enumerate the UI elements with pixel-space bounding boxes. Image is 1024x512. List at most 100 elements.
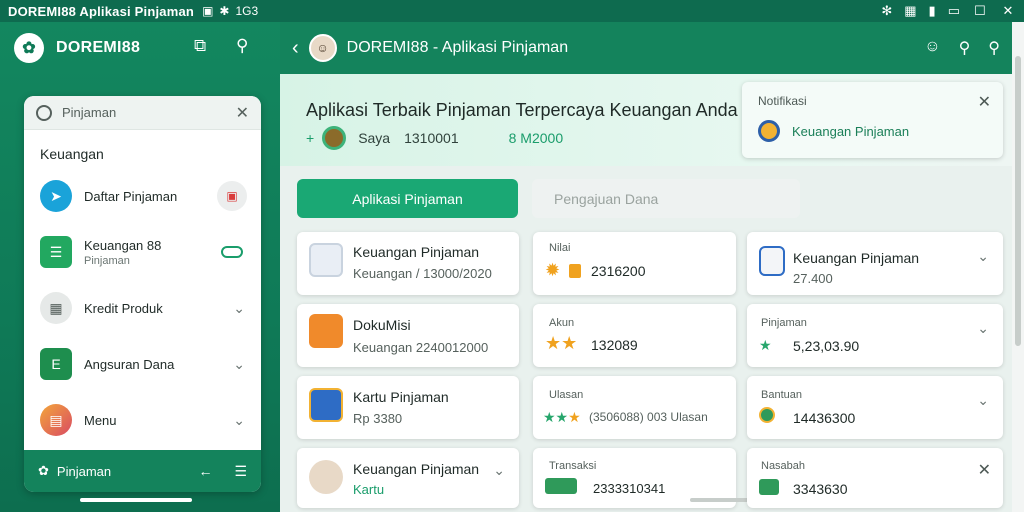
chevron-down-icon[interactable]: ⌄: [233, 356, 245, 373]
bluetooth-icon: ✻: [881, 3, 893, 18]
sidebar-item-kredit[interactable]: ▦ Kredit Produk ⌄: [24, 280, 261, 336]
signal-icon: ▮: [928, 3, 936, 18]
sidebar-search[interactable]: Pinjaman ✕: [24, 96, 261, 130]
notification-card[interactable]: Notifikasi ✕ Keuangan Pinjaman: [742, 82, 1003, 158]
card-subtitle: Rp 3380: [353, 411, 403, 426]
close-button[interactable]: ✕: [1000, 3, 1016, 18]
chart-icon: [309, 388, 343, 422]
notification-title: Notifikasi: [758, 94, 807, 108]
stat-value: (3506088) 003 Ulasan: [589, 410, 708, 424]
hero-meta-right: 8 M2000: [508, 130, 564, 146]
stat-card[interactable]: Nasabah 3343630 ✕: [747, 448, 1003, 508]
stat-value: 5,23,03.90: [793, 338, 860, 354]
sidebar-item-menu[interactable]: ▤ Menu ⌄: [24, 392, 261, 448]
chevron-down-icon[interactable]: ⌄: [977, 248, 989, 265]
list-item[interactable]: Keuangan Pinjaman Kartu ⌄: [297, 448, 519, 508]
money-icon: [759, 479, 779, 495]
stat-label: Ulasan: [549, 389, 584, 401]
sidebar-item-angsuran[interactable]: E Angsuran Dana ⌄: [24, 336, 261, 392]
card-subtitle: Keuangan 2240012000: [353, 340, 489, 355]
sidebar-item-label: Menu: [84, 412, 117, 428]
stat-value: 3343630: [793, 481, 848, 497]
sidebar-item-label: Keuangan 88: [84, 237, 162, 253]
card-subtitle: Kartu: [353, 482, 385, 497]
sidebar-item-label: Daftar Pinjaman: [84, 188, 178, 204]
leaf-icon: ✿: [38, 463, 49, 478]
scrollbar[interactable]: [1012, 22, 1024, 512]
card-title: Keuangan Pinjaman: [353, 244, 480, 260]
excel-icon: E: [40, 348, 72, 380]
close-icon[interactable]: ✕: [236, 103, 249, 123]
sidebar-item-daftar[interactable]: ➤ Daftar Pinjaman ▣: [24, 168, 261, 224]
stat-label: Pinjaman: [761, 317, 807, 329]
battery-icon: ▭: [947, 3, 960, 18]
emoji-icon[interactable]: ☺: [924, 38, 940, 58]
list-item[interactable]: Keuangan Pinjaman 27.400 ⌄: [747, 232, 1003, 295]
close-icon[interactable]: ✕: [978, 92, 991, 112]
list-item[interactable]: DokuMisi Keuangan 2240012000: [297, 304, 519, 367]
app-logo-icon: ✿: [14, 33, 44, 63]
toggle-icon[interactable]: [221, 246, 243, 258]
card-title: Keuangan Pinjaman: [793, 250, 920, 266]
money-icon: [545, 478, 577, 494]
chevron-down-icon[interactable]: ⌄: [977, 392, 989, 409]
chevron-down-icon[interactable]: ⌄: [233, 412, 245, 429]
notification-text: Keuangan Pinjaman: [792, 123, 910, 139]
bottom-label[interactable]: Pinjaman: [57, 464, 111, 479]
maximize-button[interactable]: ☐: [972, 3, 988, 18]
stat-card[interactable]: Ulasan ★★★ (3506088) 003 Ulasan: [533, 376, 736, 439]
close-icon[interactable]: ✕: [978, 460, 991, 480]
compose-icon[interactable]: ⧉: [194, 36, 206, 56]
search-icon[interactable]: ⚲: [959, 38, 971, 58]
tab-pengajuan[interactable]: Pengajuan Dana: [532, 179, 800, 218]
sidebar-bottom-bar: ✿ Pinjaman ← ☰: [24, 450, 261, 492]
stat-card[interactable]: Nilai ✹ 2316200: [533, 232, 736, 295]
star-icon: ★★: [545, 333, 578, 353]
avatar[interactable]: ☺: [308, 34, 337, 62]
section-title: Keuangan: [40, 146, 104, 162]
main-header: ‹ ☺ DOREMI88 - Aplikasi Pinjaman ☺ ⚲ ⚲: [280, 22, 1012, 74]
back-arrow-icon[interactable]: ←: [198, 463, 212, 480]
search-icon[interactable]: ⚲: [988, 38, 1000, 58]
sidebar-item-keuangan[interactable]: ☰ Keuangan 88 Pinjaman: [24, 224, 261, 280]
hero-meta-left: Saya: [358, 130, 391, 146]
list-item[interactable]: Kartu Pinjaman Rp 3380: [297, 376, 519, 439]
image-icon: ▦: [904, 3, 917, 18]
rating-stars-icon: ★★★: [543, 409, 581, 425]
edit-document-icon: [759, 246, 785, 276]
stat-card[interactable]: Akun ★★ 132089: [533, 304, 736, 367]
sun-icon: ✹: [545, 260, 561, 280]
status-icons: ▣ ✱ 1G3: [202, 4, 258, 18]
sidebar-card: Pinjaman ✕ Keuangan ➤ Daftar Pinjaman ▣ …: [24, 96, 261, 492]
document-icon: ☰: [40, 236, 72, 268]
person-icon: [309, 460, 343, 494]
menu-icon[interactable]: ☰: [234, 463, 247, 480]
stat-card[interactable]: Pinjaman ★ 5,23,03.90 ⌄: [747, 304, 1003, 367]
tab-aplikasi[interactable]: Aplikasi Pinjaman: [297, 179, 518, 218]
card-subtitle: 27.400: [793, 271, 833, 286]
search-input[interactable]: Pinjaman: [62, 105, 116, 120]
star-icon: ★: [759, 337, 772, 353]
calculator-icon: ▦: [40, 292, 72, 324]
stat-value: 132089: [591, 337, 638, 353]
stat-card[interactable]: Bantuan 14436300 ⌄: [747, 376, 1003, 439]
chevron-down-icon[interactable]: ⌄: [233, 300, 245, 317]
briefcase-icon: [309, 314, 343, 348]
chevron-down-icon[interactable]: ⌄: [977, 320, 989, 337]
home-indicator[interactable]: [80, 498, 192, 502]
back-icon[interactable]: ‹: [292, 37, 299, 60]
stat-label: Bantuan: [761, 389, 802, 401]
stat-label: Nasabah: [761, 460, 806, 472]
alert-icon[interactable]: ▣: [217, 181, 247, 211]
screen-icon: [309, 243, 343, 277]
search-icon[interactable]: ⚲: [236, 36, 248, 56]
card-title: Keuangan Pinjaman: [353, 461, 480, 477]
coin-icon: [322, 126, 347, 150]
history-icon: [36, 104, 52, 121]
status-bar-title: DOREMI88 Aplikasi Pinjaman: [8, 3, 195, 19]
stat-value: 2333310341: [593, 481, 666, 496]
list-item[interactable]: Keuangan Pinjaman Keuangan / 13000/2020: [297, 232, 519, 295]
chevron-down-icon[interactable]: ⌄: [493, 462, 505, 479]
sidebar-header: ✿ DOREMI88 ⧉ ⚲: [0, 22, 280, 74]
scrollbar-thumb[interactable]: [1015, 56, 1021, 346]
